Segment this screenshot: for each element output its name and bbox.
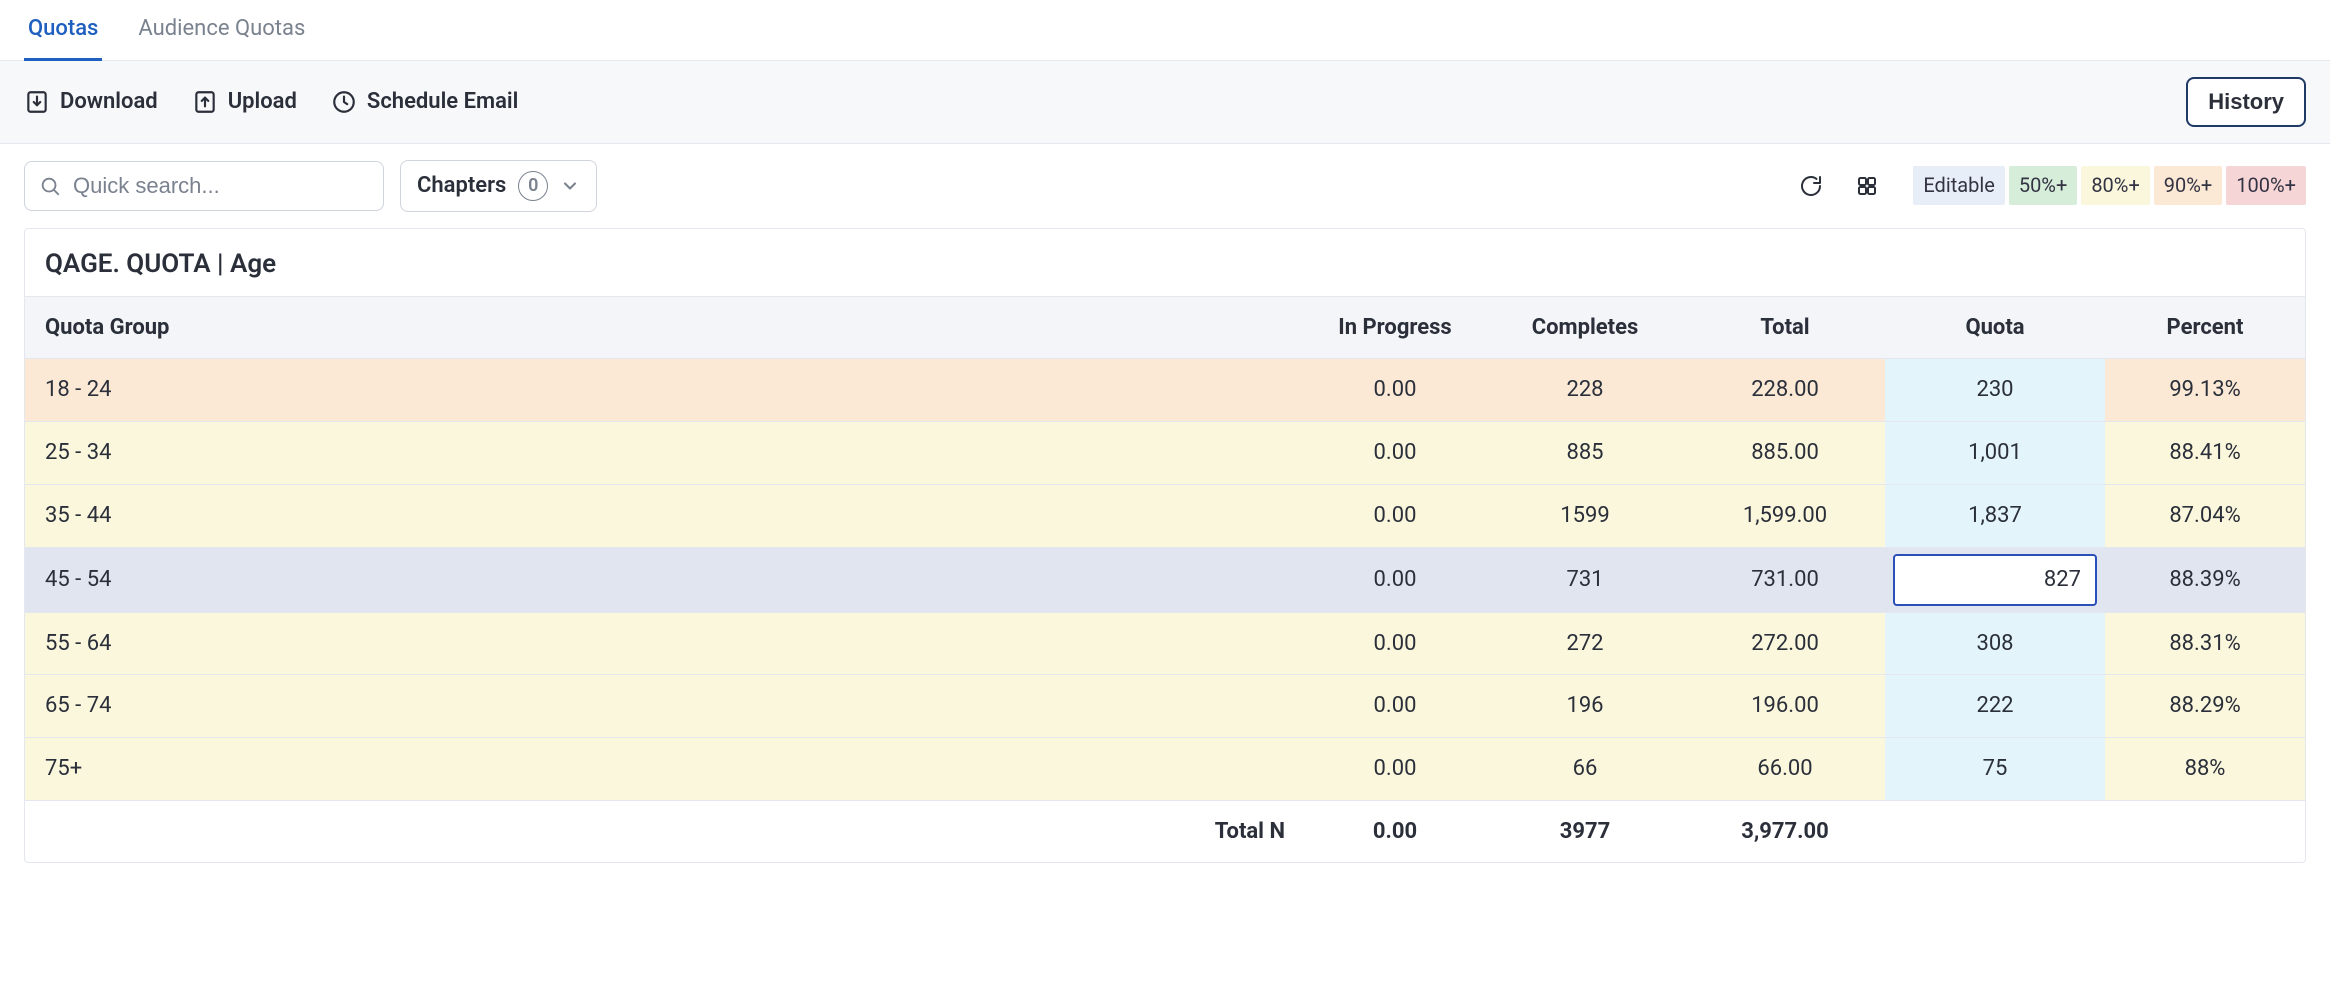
table-row[interactable]: 35 - 440.0015991,599.001,83787.04%	[25, 484, 2305, 547]
column-header-quota[interactable]: Quota	[1885, 296, 2105, 359]
cell-quota[interactable]: 1,001	[1885, 422, 2105, 485]
quota-input[interactable]	[1893, 554, 2097, 606]
cell-group: 18 - 24	[25, 359, 1305, 422]
download-label: Download	[60, 87, 158, 117]
download-icon	[24, 89, 50, 115]
chevron-down-icon	[560, 176, 580, 196]
grid-view-button[interactable]	[1847, 166, 1887, 206]
upload-icon	[192, 89, 218, 115]
cell-in-progress: 0.00	[1305, 737, 1485, 800]
cell-quota[interactable]: 308	[1885, 612, 2105, 675]
column-header-completes[interactable]: Completes	[1485, 296, 1685, 359]
table-footer-row: Total N 0.00 3977 3,977.00	[25, 800, 2305, 862]
cell-percent: 88.39%	[2105, 547, 2305, 612]
cell-in-progress: 0.00	[1305, 422, 1485, 485]
cell-group: 55 - 64	[25, 612, 1305, 675]
refresh-button[interactable]	[1791, 166, 1831, 206]
cell-quota[interactable]: 1,837	[1885, 484, 2105, 547]
cell-total: 1,599.00	[1685, 484, 1885, 547]
upload-label: Upload	[228, 87, 297, 117]
cell-percent: 88.29%	[2105, 675, 2305, 738]
cell-completes: 1599	[1485, 484, 1685, 547]
cell-quota[interactable]: 222	[1885, 675, 2105, 738]
column-header-percent[interactable]: Percent	[2105, 296, 2305, 359]
cell-in-progress: 0.00	[1305, 675, 1485, 738]
search-input[interactable]	[71, 172, 369, 200]
chapters-label: Chapters	[417, 171, 506, 201]
cell-group: 75+	[25, 737, 1305, 800]
column-header-in-progress[interactable]: In Progress	[1305, 296, 1485, 359]
cell-total: 196.00	[1685, 675, 1885, 738]
cell-total: 731.00	[1685, 547, 1885, 612]
cell-group: 35 - 44	[25, 484, 1305, 547]
cell-group: 45 - 54	[25, 547, 1305, 612]
cell-group: 25 - 34	[25, 422, 1305, 485]
footer-total: 3,977.00	[1685, 800, 1885, 862]
cell-in-progress: 0.00	[1305, 612, 1485, 675]
legend-50: 50%+	[2009, 166, 2077, 205]
history-button[interactable]: History	[2186, 77, 2306, 127]
tabs: Quotas Audience Quotas	[0, 0, 2330, 61]
filter-bar: Chapters 0 Editable 50%+	[0, 144, 2330, 228]
refresh-icon	[1799, 174, 1823, 198]
cell-percent: 87.04%	[2105, 484, 2305, 547]
search-wrap	[24, 161, 384, 211]
quota-table: Quota Group In Progress Completes Total …	[25, 296, 2305, 863]
legend-80: 80%+	[2081, 166, 2149, 205]
cell-total: 272.00	[1685, 612, 1885, 675]
table-row[interactable]: 65 - 740.00196196.0022288.29%	[25, 675, 2305, 738]
cell-completes: 66	[1485, 737, 1685, 800]
cell-completes: 885	[1485, 422, 1685, 485]
cell-total: 66.00	[1685, 737, 1885, 800]
cell-in-progress: 0.00	[1305, 484, 1485, 547]
quota-panel: QAGE. QUOTA | Age Quota Group In Progres…	[24, 228, 2306, 864]
cell-completes: 228	[1485, 359, 1685, 422]
table-header-row: Quota Group In Progress Completes Total …	[25, 296, 2305, 359]
chapters-dropdown[interactable]: Chapters 0	[400, 160, 597, 212]
tab-audience-quotas[interactable]: Audience Quotas	[134, 0, 309, 61]
column-header-total[interactable]: Total	[1685, 296, 1885, 359]
cell-group: 65 - 74	[25, 675, 1305, 738]
table-row[interactable]: 45 - 540.00731731.00 88.39%	[25, 547, 2305, 612]
legend-90: 90%+	[2154, 166, 2222, 205]
tab-quotas[interactable]: Quotas	[24, 0, 102, 61]
table-row[interactable]: 25 - 340.00885885.001,00188.41%	[25, 422, 2305, 485]
upload-button[interactable]: Upload	[192, 87, 297, 117]
legend-100: 100%+	[2226, 166, 2306, 205]
footer-quota	[1885, 800, 2105, 862]
cell-percent: 88.31%	[2105, 612, 2305, 675]
footer-label: Total N	[25, 800, 1305, 862]
clock-icon	[331, 89, 357, 115]
action-toolbar: Download Upload Schedule Email History	[0, 61, 2330, 144]
download-button[interactable]: Download	[24, 87, 158, 117]
cell-completes: 731	[1485, 547, 1685, 612]
table-row[interactable]: 55 - 640.00272272.0030888.31%	[25, 612, 2305, 675]
panel-title: QAGE. QUOTA | Age	[25, 229, 2305, 296]
percent-legend: Editable 50%+ 80%+ 90%+ 100%+	[1913, 166, 2306, 205]
schedule-email-button[interactable]: Schedule Email	[331, 87, 518, 117]
table-row[interactable]: 18 - 240.00228228.0023099.13%	[25, 359, 2305, 422]
cell-quota[interactable]: 75	[1885, 737, 2105, 800]
table-row[interactable]: 75+0.006666.007588%	[25, 737, 2305, 800]
cell-total: 228.00	[1685, 359, 1885, 422]
cell-in-progress: 0.00	[1305, 359, 1485, 422]
footer-percent	[2105, 800, 2305, 862]
chapters-count-badge: 0	[518, 171, 548, 201]
cell-completes: 272	[1485, 612, 1685, 675]
cell-total: 885.00	[1685, 422, 1885, 485]
cell-quota[interactable]: 230	[1885, 359, 2105, 422]
cell-quota[interactable]	[1885, 547, 2105, 612]
cell-percent: 88%	[2105, 737, 2305, 800]
cell-percent: 99.13%	[2105, 359, 2305, 422]
grid-icon	[1855, 174, 1879, 198]
cell-completes: 196	[1485, 675, 1685, 738]
footer-completes: 3977	[1485, 800, 1685, 862]
schedule-email-label: Schedule Email	[367, 87, 518, 117]
legend-editable: Editable	[1913, 166, 2004, 205]
cell-percent: 88.41%	[2105, 422, 2305, 485]
column-header-group[interactable]: Quota Group	[25, 296, 1305, 359]
search-icon	[39, 175, 61, 197]
cell-in-progress: 0.00	[1305, 547, 1485, 612]
footer-in-progress: 0.00	[1305, 800, 1485, 862]
